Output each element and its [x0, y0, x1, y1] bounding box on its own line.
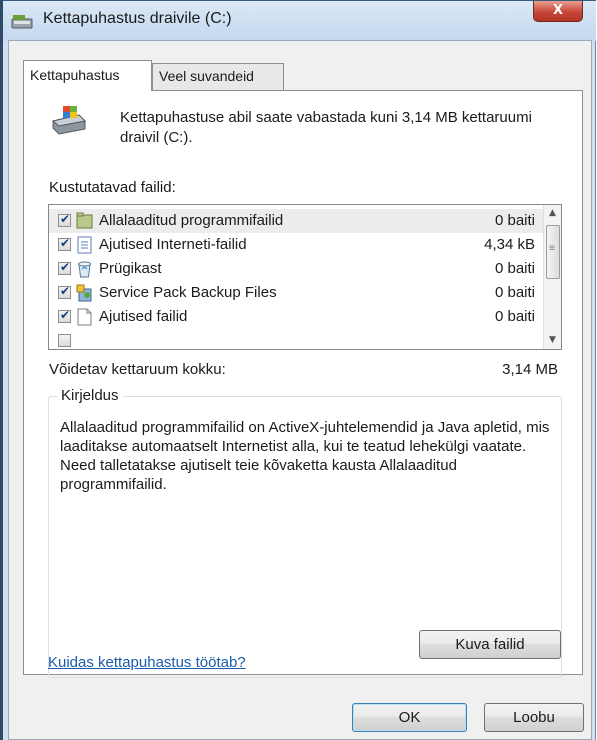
list-item[interactable]: ✔ Ajutised failid 0 baiti: [49, 305, 545, 329]
checkbox[interactable]: ✔: [58, 236, 71, 251]
checkbox[interactable]: ✔: [58, 308, 71, 323]
dialog-client-area: Kettapuhastus Veel suvandeid Kettapuhast…: [8, 40, 592, 740]
window-title: Kettapuhastus draivile (C:): [43, 10, 232, 27]
file-size: 0 baiti: [494, 284, 535, 301]
intro-text: Kettapuhastuse abil saate vabastada kuni…: [120, 109, 532, 146]
disk-cleanup-small-icon: [11, 15, 33, 29]
file-list[interactable]: ✔ Allalaaditud programmifailid 0 baiti ✔: [48, 204, 562, 350]
recycle-bin-icon: [78, 261, 91, 278]
dialog-window: Kettapuhastus draivile (C:) X Kettapuhas…: [0, 0, 596, 740]
blank-file-icon: [77, 308, 92, 326]
file-name: Service Pack Backup Files: [99, 284, 277, 301]
description-title: Kirjeldus: [57, 387, 123, 404]
checkbox[interactable]: ✔: [58, 284, 71, 299]
tab-panel: Kettapuhastuse abil saate vabastada kuni…: [23, 90, 583, 678]
tab-more-options[interactable]: Veel suvandeid: [152, 63, 284, 90]
disk-cleanup-icon: [51, 106, 87, 135]
folder-icon: [76, 212, 93, 229]
list-item[interactable]: ✔ Ajutised Interneti-failid 4,34 kB: [49, 233, 545, 257]
help-link[interactable]: Kuidas kettapuhastus töötab?: [48, 654, 246, 671]
file-size: 0 baiti: [494, 260, 535, 277]
setup-icon: [76, 284, 92, 302]
file-size: 0 baiti: [494, 308, 535, 325]
file-name: Ajutised Interneti-failid: [99, 236, 247, 253]
list-item-partial[interactable]: [49, 329, 545, 349]
list-item[interactable]: ✔ Prügikast 0 baiti: [49, 257, 545, 281]
file-size: 4,34 kB: [484, 236, 535, 253]
checkbox[interactable]: ✔: [58, 260, 71, 275]
close-button[interactable]: X: [533, 1, 583, 22]
file-name: Ajutised failid: [99, 308, 188, 325]
total-space-value: 3,14 MB: [502, 361, 558, 378]
scroll-down-icon[interactable]: ▼: [544, 332, 561, 349]
scroll-up-icon[interactable]: ▲: [544, 205, 561, 222]
description-groupbox: Allalaaditud programmifailid on ActiveX-…: [48, 396, 562, 678]
tab-disk-cleanup[interactable]: Kettapuhastus: [23, 60, 152, 91]
list-item[interactable]: ✔ Allalaaditud programmifailid 0 baiti: [49, 209, 545, 233]
checkbox[interactable]: [58, 334, 71, 347]
description-text: Allalaaditud programmifailid on ActiveX-…: [60, 419, 550, 493]
cancel-button[interactable]: Loobu: [484, 703, 584, 732]
total-space-label: Võidetav kettaruum kokku:: [49, 361, 226, 378]
ok-button[interactable]: OK: [352, 703, 467, 732]
file-name: Prügikast: [99, 260, 162, 277]
checkbox[interactable]: ✔: [58, 212, 71, 227]
files-to-delete-label: Kustutatavad failid:: [49, 179, 176, 196]
file-name: Allalaaditud programmifailid: [99, 212, 284, 229]
view-files-button[interactable]: Kuva failid: [419, 630, 561, 659]
document-icon: [77, 236, 92, 254]
list-item[interactable]: ✔ Service Pack Backup Files 0 baiti: [49, 281, 545, 305]
file-size: 0 baiti: [494, 212, 535, 229]
list-scrollbar[interactable]: ▲ ≡ ▼: [543, 205, 561, 349]
scroll-thumb[interactable]: ≡: [546, 225, 560, 279]
title-bar[interactable]: Kettapuhastus draivile (C:) X: [3, 0, 596, 41]
